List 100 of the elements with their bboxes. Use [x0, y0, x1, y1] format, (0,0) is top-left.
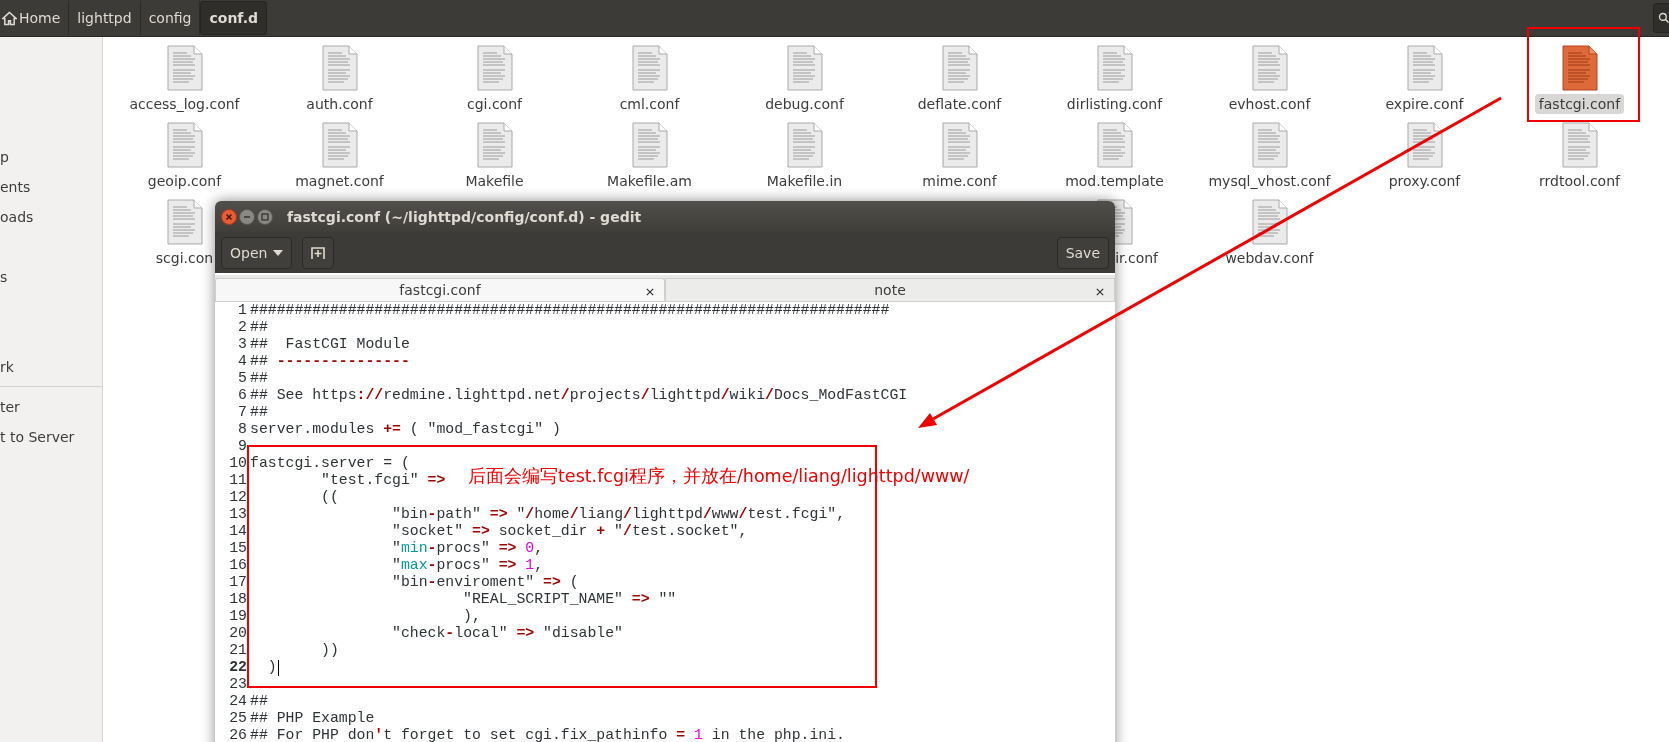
line-number: 22 — [228, 659, 248, 676]
code-line: )) — [320, 642, 339, 659]
open-button[interactable]: Open — [221, 236, 293, 269]
file-name[interactable]: auth.conf — [302, 94, 377, 114]
file-name[interactable]: rrdtool.conf — [1535, 171, 1624, 191]
sidebar-item[interactable]: ents — [0, 172, 102, 202]
save-button[interactable]: Save — [1056, 236, 1109, 269]
line-number: 5 — [237, 370, 248, 387]
code-line: "max-procs" => 1, — [391, 557, 544, 574]
line-number: 23 — [228, 676, 248, 693]
code-line: server.modules += ( "mod_fastcgi" ) — [250, 421, 561, 438]
line-number: 11 — [228, 472, 248, 489]
sidebar-item[interactable]: oads — [0, 202, 102, 232]
sidebar-item[interactable]: s — [0, 262, 102, 292]
line-number: 15 — [228, 540, 248, 557]
code-line: ## — [250, 693, 268, 710]
file-icon[interactable] — [1561, 45, 1598, 91]
tab-label: fastcgi.conf — [399, 282, 481, 298]
line-number: 20 — [228, 625, 248, 642]
code-line: "bin-enviroment" => ( — [391, 574, 579, 591]
line-number: 13 — [228, 506, 248, 523]
line-number: 26 — [228, 727, 248, 742]
home-icon — [2, 10, 17, 26]
code-line: ## — [250, 404, 268, 421]
code-line: ######################################################################## — [250, 302, 890, 319]
code-line: "min-procs" => 0, — [391, 540, 544, 557]
code-line: ## — [250, 319, 268, 336]
line-number: 8 — [237, 421, 248, 438]
file-name[interactable]: deflate.conf — [913, 94, 1006, 114]
document-tab[interactable]: fastcgi.conf — [215, 278, 665, 301]
code-line: ## For PHP don't forget to set cgi.fix_pathinfo = 1 in the php.ini. — [250, 727, 845, 742]
line-number: 6 — [237, 387, 248, 404]
sidebar-item[interactable]: t to Server — [0, 422, 102, 452]
line-number: 7 — [237, 404, 248, 421]
sidebar-item[interactable]: rk — [0, 352, 102, 382]
new-tab-button[interactable] — [302, 236, 335, 269]
line-number: 10 — [228, 455, 248, 472]
file-name[interactable]: cgi.conf — [463, 94, 526, 114]
line-number: 25 — [228, 710, 248, 727]
sidebar-item[interactable]: p — [0, 142, 102, 172]
code-line: ), — [462, 608, 481, 625]
file-name[interactable]: proxy.conf — [1384, 171, 1465, 191]
code-line: ## See https://redmine.lighttpd.net/projects/lighttpd/wiki/Docs_ModFastCGI — [250, 387, 908, 404]
search-icon — [1658, 11, 1669, 25]
search-button[interactable] — [1653, 3, 1669, 33]
file-name[interactable]: evhost.conf — [1224, 94, 1315, 114]
file-name[interactable]: webdav.conf — [1221, 248, 1318, 268]
file-name[interactable]: Makefile.in — [762, 171, 847, 191]
file-name[interactable]: debug.conf — [761, 94, 848, 114]
code-line: "REAL_SCRIPT_NAME" => "" — [462, 591, 677, 608]
window-title: fastcgi.conf (~/lighttpd/config/conf.d) - gedit — [287, 208, 642, 225]
maximize-icon[interactable] — [257, 208, 273, 225]
line-number: 3 — [237, 336, 248, 353]
code-line: "bin-path" => "/home/liang/lighttpd/www/test.fcgi", — [391, 506, 846, 523]
file-name[interactable]: Makefile — [461, 171, 528, 191]
code-line: "test.fcgi" => — [320, 472, 446, 489]
file-name[interactable]: cml.conf — [615, 94, 684, 114]
code-line: "check-local" => "disable" — [391, 625, 623, 642]
line-number: 18 — [228, 591, 248, 608]
file-name[interactable]: mod.template — [1061, 171, 1168, 191]
line-number: 4 — [237, 353, 248, 370]
breadcrumb-button[interactable]: Home — [0, 1, 70, 35]
file-name[interactable]: geoip.conf — [143, 171, 226, 191]
code-line: "socket" => socket_dir + "/test.socket", — [391, 523, 748, 540]
file-name[interactable]: expire.conf — [1381, 94, 1468, 114]
file-name[interactable]: scgi.con — [151, 248, 218, 268]
line-number: 16 — [228, 557, 248, 574]
code-line: ## — [250, 370, 268, 387]
line-number: 14 — [228, 523, 248, 540]
document-tab[interactable]: note — [665, 278, 1115, 301]
close-icon[interactable] — [1096, 288, 1104, 296]
file-name[interactable]: mime.conf — [918, 171, 1001, 191]
minimize-icon[interactable] — [239, 208, 255, 225]
file-name[interactable]: ir.conf — [1111, 248, 1162, 268]
line-number: 19 — [228, 608, 248, 625]
code-line: ) — [266, 659, 277, 676]
line-number: 12 — [228, 489, 248, 506]
file-name[interactable]: access_log.conf — [125, 94, 244, 114]
line-number: 24 — [228, 693, 248, 710]
file-name[interactable]: Makefile.am — [603, 171, 696, 191]
close-icon[interactable] — [646, 288, 654, 296]
breadcrumb-button[interactable]: conf.d — [200, 1, 268, 35]
line-number: 9 — [237, 438, 248, 455]
add-document-icon — [310, 244, 327, 261]
code-line: ## PHP Example — [250, 710, 375, 727]
tab-label: note — [874, 282, 906, 298]
file-name[interactable]: magnet.conf — [291, 171, 388, 191]
file-icon[interactable] — [1251, 199, 1288, 245]
breadcrumb-button[interactable]: lighttpd — [69, 1, 141, 35]
line-number: 21 — [228, 642, 248, 659]
sidebar-item[interactable]: ter — [0, 392, 102, 422]
code-line: (( — [320, 489, 339, 506]
file-name[interactable]: fastcgi.conf — [1534, 94, 1625, 114]
file-name[interactable]: dirlisting.conf — [1062, 94, 1167, 114]
file-name[interactable]: mysql_vhost.conf — [1204, 171, 1335, 191]
line-number: 2 — [237, 319, 248, 336]
code-line: fastcgi.server = ( — [250, 455, 410, 472]
code-line: ## FastCGI Module — [250, 336, 410, 353]
line-number: 1 — [237, 302, 248, 319]
file-icon[interactable] — [1406, 122, 1443, 168]
